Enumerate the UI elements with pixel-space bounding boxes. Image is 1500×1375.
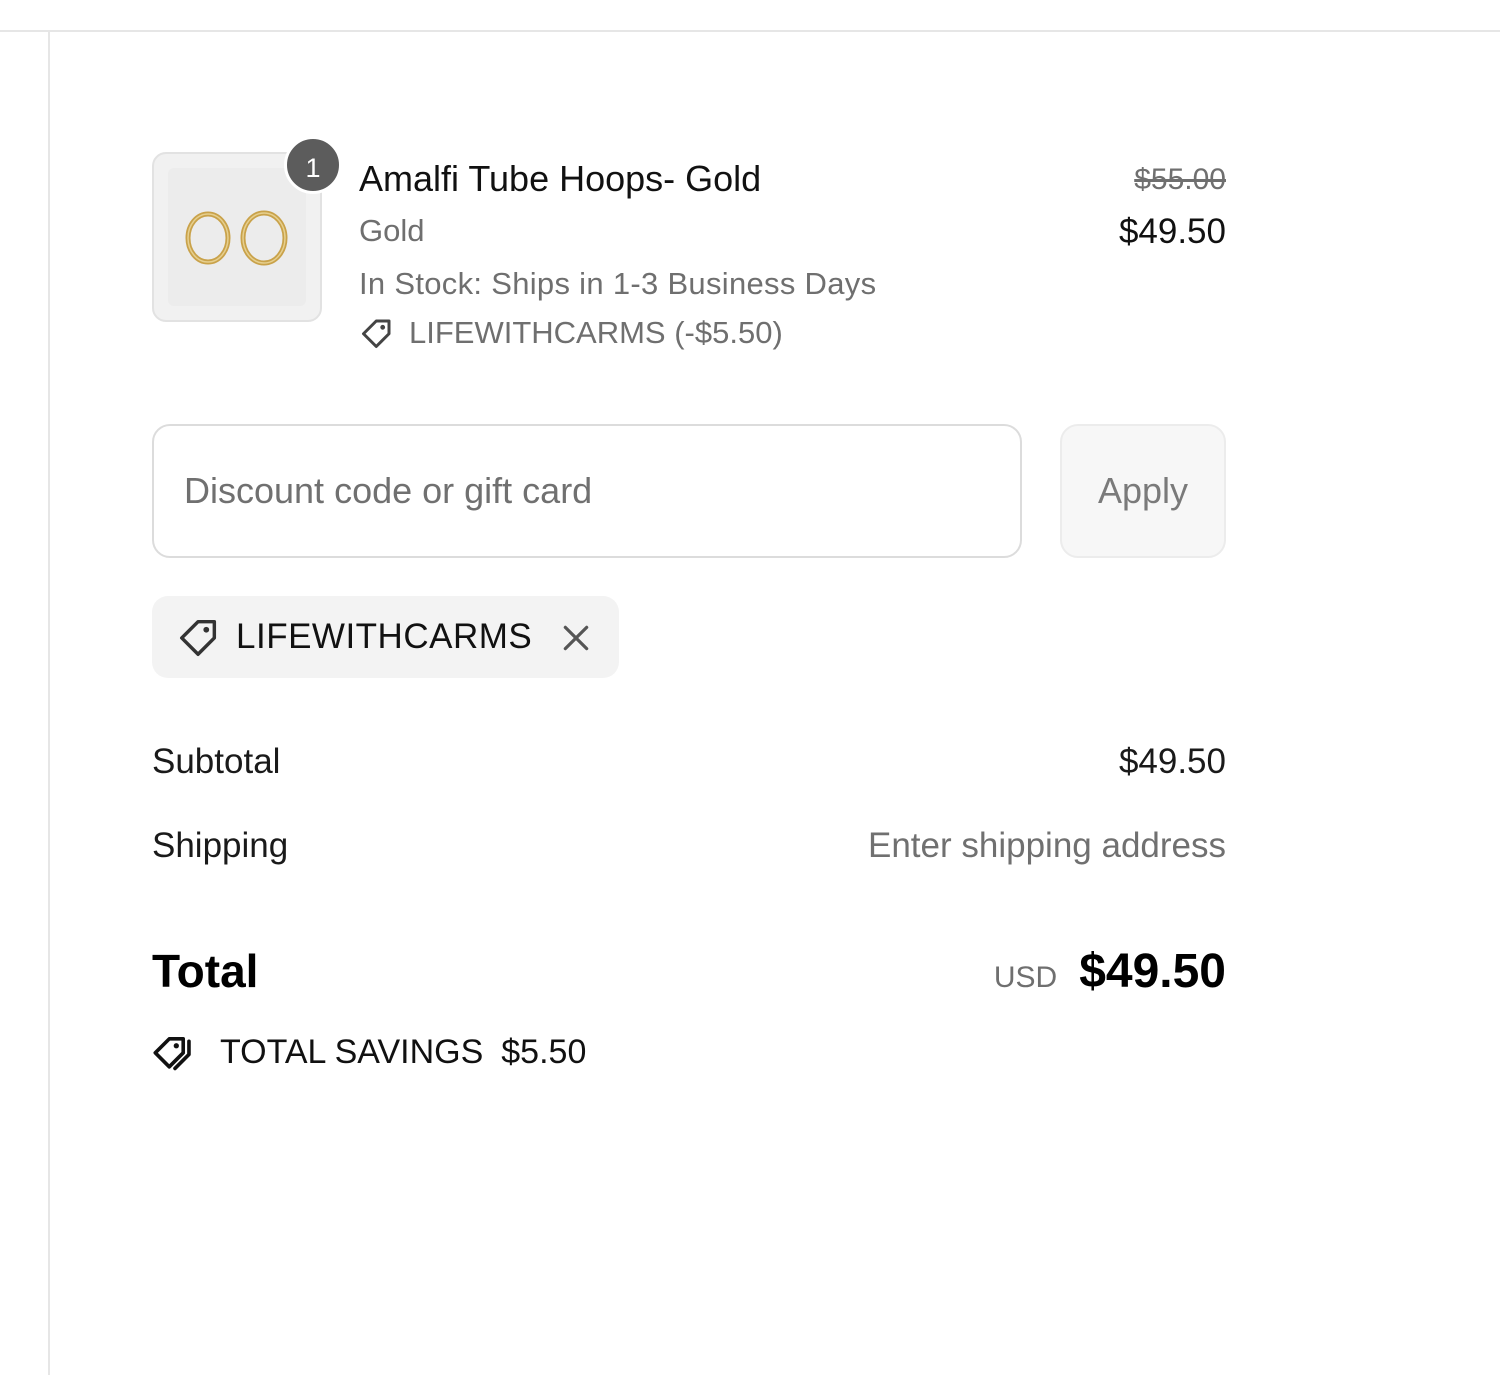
product-details: Amalfi Tube Hoops- Gold Gold In Stock: S… (359, 150, 876, 354)
total-label: Total (152, 945, 259, 997)
stock-status: In Stock: Ships in 1-3 Business Days (359, 266, 877, 301)
subtotal-value: $49.50 (1118, 742, 1226, 781)
column-divider (48, 32, 50, 1375)
close-icon (563, 625, 589, 651)
discount-code-input[interactable] (152, 424, 1022, 558)
total-row: Total USD $49.50 (152, 936, 1226, 1006)
shipping-row: Shipping Enter shipping address (152, 816, 1226, 876)
shipping-value: Enter shipping address (868, 826, 1226, 865)
discount-form: Apply (152, 424, 1226, 558)
order-summary: 1 Amalfi Tube Hoops- Gold Gold In Stock:… (152, 136, 1226, 1071)
applied-discount-chip: LIFEWITHCARMS (152, 596, 619, 678)
subtotal-label: Subtotal (152, 742, 281, 781)
total-amount: $49.50 (1079, 944, 1226, 998)
line-item-discount-label: LIFEWITHCARMS (-$5.50) (409, 315, 783, 350)
shipping-label: Shipping (152, 826, 289, 865)
line-item-discount: LIFEWITHCARMS (-$5.50) (359, 312, 876, 354)
product-variant: Gold (359, 213, 425, 248)
total-savings-label: TOTAL SAVINGS (220, 1032, 484, 1071)
quantity-badge: 1 (284, 136, 342, 194)
product-thumbnail: 1 (152, 136, 342, 322)
header-divider (0, 30, 1500, 32)
remove-discount-button[interactable] (556, 618, 596, 658)
currency-code: USD (993, 960, 1058, 994)
tag-icon (362, 319, 391, 348)
subtotal-row: Subtotal $49.50 (152, 732, 1226, 792)
gold-hoop-earrings-image (185, 210, 288, 266)
product-prices: $55.00 $49.50 (1119, 160, 1226, 264)
applied-code-label: LIFEWITHCARMS (236, 617, 533, 656)
tags-icon (153, 1037, 191, 1071)
original-price: $55.00 (1134, 163, 1226, 196)
apply-button[interactable]: Apply (1060, 424, 1226, 558)
line-item: 1 Amalfi Tube Hoops- Gold Gold In Stock:… (152, 136, 1226, 360)
total-savings-amount: $5.50 (501, 1032, 587, 1071)
total-savings: TOTAL SAVINGS $5.50 (152, 1030, 586, 1074)
tag-icon (180, 619, 217, 656)
product-title: Amalfi Tube Hoops- Gold (359, 158, 762, 199)
sale-price: $49.50 (1118, 212, 1226, 251)
total-amount-group: USD $49.50 (994, 944, 1226, 999)
